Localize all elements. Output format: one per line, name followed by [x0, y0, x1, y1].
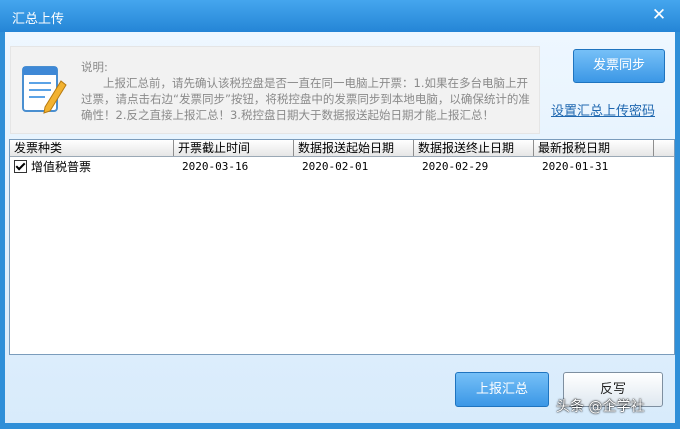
- dialog-body: 说明: 上报汇总前，请先确认该税控盘是否一直在同一电脑上开票：1.如果在多台电脑…: [5, 32, 675, 423]
- submit-summary-button[interactable]: 上报汇总: [455, 372, 549, 407]
- deadline-cell: 2020-03-16: [182, 160, 249, 173]
- row-checkbox[interactable]: [14, 160, 27, 173]
- table-row[interactable]: 增值税普票 2020-03-16 2020-02-01 2020-02-29 2…: [10, 158, 674, 176]
- notepad-icon: [22, 66, 67, 114]
- column-header-deadline[interactable]: 开票截止时间: [174, 140, 294, 156]
- invoice-summary-table: 发票种类 开票截止时间 数据报送起始日期 数据报送终止日期 最新报税日期 增值税…: [9, 139, 675, 355]
- title-bar: 汇总上传 ✕: [0, 0, 680, 32]
- invoice-type-cell: 增值税普票: [10, 158, 174, 176]
- column-header-latest-tax-date[interactable]: 最新报税日期: [534, 140, 654, 156]
- invoice-type-label: 增值税普票: [31, 160, 92, 174]
- column-header-report-end[interactable]: 数据报送终止日期: [414, 140, 534, 156]
- column-header-report-start[interactable]: 数据报送起始日期: [294, 140, 414, 156]
- close-icon[interactable]: ✕: [648, 5, 670, 25]
- invoice-sync-button[interactable]: 发票同步: [573, 49, 665, 83]
- latest-tax-date-cell: 2020-01-31: [542, 160, 609, 173]
- notice-text: 说明: 上报汇总前，请先确认该税控盘是否一直在同一电脑上开票：1.如果在多台电脑…: [81, 59, 533, 123]
- column-header-invoice-type[interactable]: 发票种类: [10, 140, 174, 156]
- notice-panel: 说明: 上报汇总前，请先确认该税控盘是否一直在同一电脑上开票：1.如果在多台电脑…: [10, 46, 540, 134]
- window-title: 汇总上传: [12, 12, 65, 27]
- notice-body: 上报汇总前，请先确认该税控盘是否一直在同一电脑上开票：1.如果在多台电脑上开过票…: [81, 76, 530, 122]
- watermark: 头条 @企学社: [556, 399, 645, 415]
- report-end-cell: 2020-02-29: [422, 160, 489, 173]
- column-header-filler: [654, 140, 674, 156]
- upload-summary-dialog: 汇总上传 ✕ 说明: 上报汇总前，请先确认该税控盘是否一直在同一电脑上开票：1.…: [0, 0, 680, 429]
- set-upload-password-link[interactable]: 设置汇总上传密码: [551, 100, 655, 119]
- notice-label: 说明:: [81, 60, 108, 74]
- report-start-cell: 2020-02-01: [302, 160, 369, 173]
- table-header: 发票种类 开票截止时间 数据报送起始日期 数据报送终止日期 最新报税日期: [10, 140, 674, 157]
